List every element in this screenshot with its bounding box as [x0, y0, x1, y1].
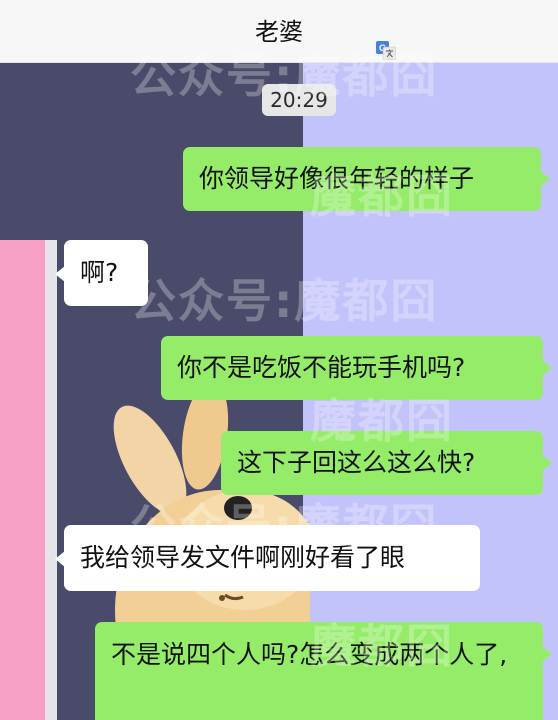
chat-header: 老婆 G [0, 0, 558, 63]
my-message-bubble[interactable]: 你不是吃饭不能玩手机吗? [161, 336, 552, 400]
chat-title: 老婆 [255, 18, 303, 46]
my-message-bubble[interactable]: 这下子回这么这么快? [221, 431, 552, 495]
wallpaper-pink-strip [0, 240, 45, 720]
message-timestamp: 20:29 [262, 84, 336, 116]
my-message-bubble[interactable]: 你领导好像很年轻的样子 [183, 147, 550, 211]
their-message-bubble[interactable]: 我给领导发文件啊刚好看了眼 [55, 525, 480, 591]
wallpaper-white-strip [45, 240, 57, 720]
translate-icon[interactable]: G [376, 41, 396, 60]
chat-screen: 老婆 G 20:29 你领导好像很年轻的样子 啊? 你不是吃饭不能玩手机吗? 这… [0, 0, 558, 720]
my-message-bubble[interactable]: 不是说四个人吗?怎么变成两个人了, [95, 622, 552, 720]
their-message-bubble[interactable]: 啊? [55, 240, 148, 306]
